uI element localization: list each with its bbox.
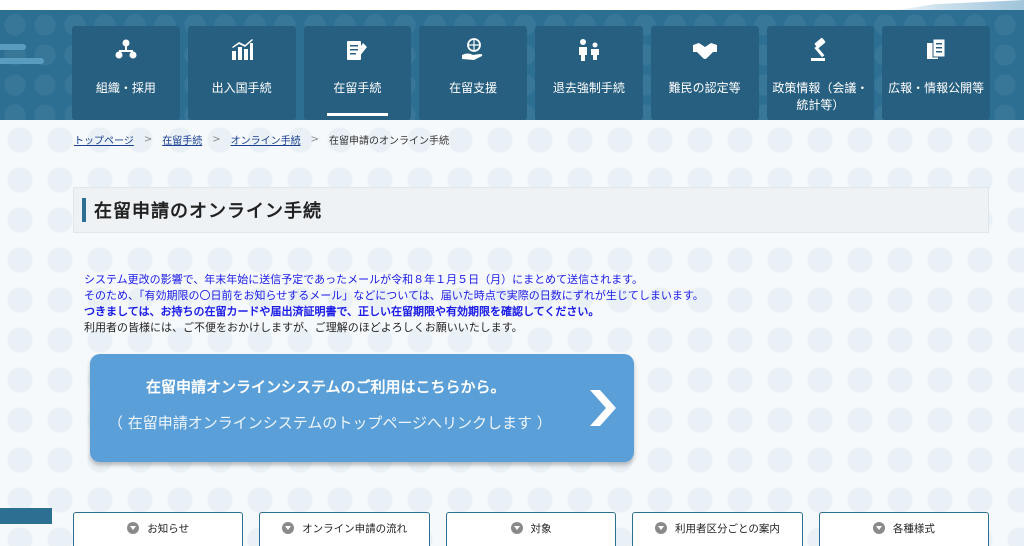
tab-application-flow[interactable]: オンライン申請の流れ — [259, 512, 430, 546]
notice-line: 利用者の皆様には、ご不便をおかけしますが、ご理解のほどよろしくお願いいたします。 — [84, 321, 523, 334]
chevron-down-icon — [872, 522, 885, 534]
globe-hand-icon — [459, 36, 487, 64]
nav-label: 政策情報（会議・統計等） — [772, 81, 869, 112]
nav-label: 在留手続 — [333, 81, 382, 95]
breadcrumb-link-online[interactable]: オンライン手続 — [231, 132, 301, 147]
tab-forms[interactable]: 各種様式 — [818, 512, 990, 546]
documents-icon — [922, 36, 950, 64]
notice-line: そのため、「有効期限の〇日前をお知らせするメール」などについては、届いた時点で実… — [84, 289, 704, 302]
breadcrumb: トップページ > 在留手続 > オンライン手続 > 在留申請のオンライン手続 — [74, 132, 449, 147]
nav-label: 組織・採用 — [95, 81, 156, 95]
nav-label: 在留支援 — [449, 81, 498, 95]
tab-user-category[interactable]: 利用者区分ごとの案内 — [632, 512, 803, 546]
chevron-down-icon — [654, 522, 667, 534]
breadcrumb-current: 在留申請のオンライン手続 — [328, 136, 449, 147]
document-pen-icon — [343, 36, 371, 64]
breadcrumb-separator: > — [310, 134, 319, 145]
chevron-right-icon — [582, 386, 622, 430]
tab-news[interactable]: お知らせ — [73, 512, 244, 546]
notice-line: システム更改の影響で、年末年始に送信予定であったメールが令和８年１月５日（月）に… — [84, 273, 644, 286]
page-title-box: 在留申請のオンライン手続 — [73, 187, 989, 233]
nav-label: 広報・情報公開等 — [888, 81, 985, 95]
breadcrumb-link-residence[interactable]: 在留手続 — [162, 132, 202, 147]
tab-label: オンライン申請の流れ — [302, 522, 408, 535]
nav-label: 退去強制手続 — [552, 81, 625, 95]
chevron-down-icon — [127, 522, 140, 534]
header-side-decoration — [0, 44, 44, 78]
tab-target[interactable]: 対象 — [445, 512, 617, 546]
tab-label: お知らせ — [147, 522, 190, 535]
nav-item-immigration[interactable]: 出入国手続 — [187, 26, 296, 120]
page-title: 在留申請のオンライン手続 — [94, 201, 322, 222]
tab-label: 対象 — [530, 522, 552, 535]
chart-icon — [228, 36, 256, 64]
gavel-icon — [806, 36, 834, 64]
nav-item-residence[interactable]: 在留手続 — [303, 26, 412, 120]
nav-label: 難民の認定等 — [668, 81, 741, 95]
online-system-link-button[interactable]: 在留申請オンラインシステムのご利用はこちらから。 （ 在留申請オンラインシステム… — [90, 354, 634, 462]
tab-label: 各種様式 — [892, 522, 935, 535]
tab-label: 利用者区分ごとの案内 — [674, 522, 780, 535]
breadcrumb-separator: > — [143, 134, 153, 145]
notice-message: システム更改の影響で、年末年始に送信予定であったメールが令和８年１月５日（月）に… — [84, 272, 704, 336]
nav-label: 出入国手続 — [211, 81, 272, 95]
title-accent-bar — [82, 198, 86, 222]
section-tabs: お知らせ オンライン申請の流れ 対象 利用者区分ごとの案内 各種様式 — [73, 512, 990, 546]
notice-line-emphasis: つきましては、お持ちの在留カードや届出済証明書で、正しい在留期限や有効期限を確認… — [84, 305, 600, 318]
breadcrumb-separator: > — [212, 134, 221, 145]
global-nav: 組織・採用 出入国手続 在留手続 在留支援 退去強制手続 難民の認定等 政策情報… — [72, 26, 990, 120]
site-header: 組織・採用 出入国手続 在留手続 在留支援 退去強制手続 難民の認定等 政策情報… — [0, 10, 1024, 120]
online-system-link-subtitle: （ 在留申請オンラインシステムのトップページへリンクします ） — [108, 414, 552, 432]
handshake-icon — [691, 36, 719, 64]
chevron-down-icon — [282, 522, 295, 534]
chevron-down-icon — [510, 522, 523, 534]
people-icon — [575, 36, 603, 64]
nav-item-support[interactable]: 在留支援 — [419, 26, 527, 120]
online-system-link-title: 在留申請オンラインシステムのご利用はこちらから。 — [146, 378, 506, 396]
nav-item-publicity[interactable]: 広報・情報公開等 — [882, 26, 990, 120]
nav-item-organization[interactable]: 組織・採用 — [72, 26, 180, 120]
top-strip — [0, 0, 1024, 14]
nav-item-deportation[interactable]: 退去強制手続 — [535, 26, 643, 120]
breadcrumb-link-top[interactable]: トップページ — [74, 132, 134, 147]
organization-icon — [112, 36, 140, 64]
side-tab[interactable] — [0, 508, 52, 524]
nav-item-policy[interactable]: 政策情報（会議・統計等） — [766, 26, 875, 120]
nav-item-refugee[interactable]: 難民の認定等 — [650, 26, 759, 120]
